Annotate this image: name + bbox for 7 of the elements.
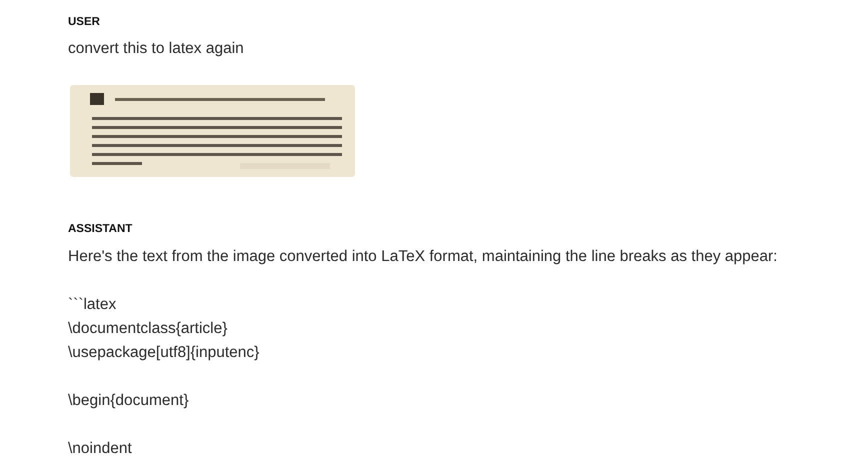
message-text: \noindent <box>68 438 133 458</box>
message-text: convert this to latex again <box>68 39 245 60</box>
role-label: ASSISTANT <box>68 222 134 238</box>
message-text: Here's the text from the image converted into LaTeX format, maintaining the line breaks as they appear: <box>68 246 778 266</box>
role-label: USER <box>68 15 101 30</box>
message-text: ```latex \documentclass{article} \usepackage[utf8]{inputenc} <box>68 294 260 362</box>
message-text: \begin{document} <box>68 390 190 410</box>
